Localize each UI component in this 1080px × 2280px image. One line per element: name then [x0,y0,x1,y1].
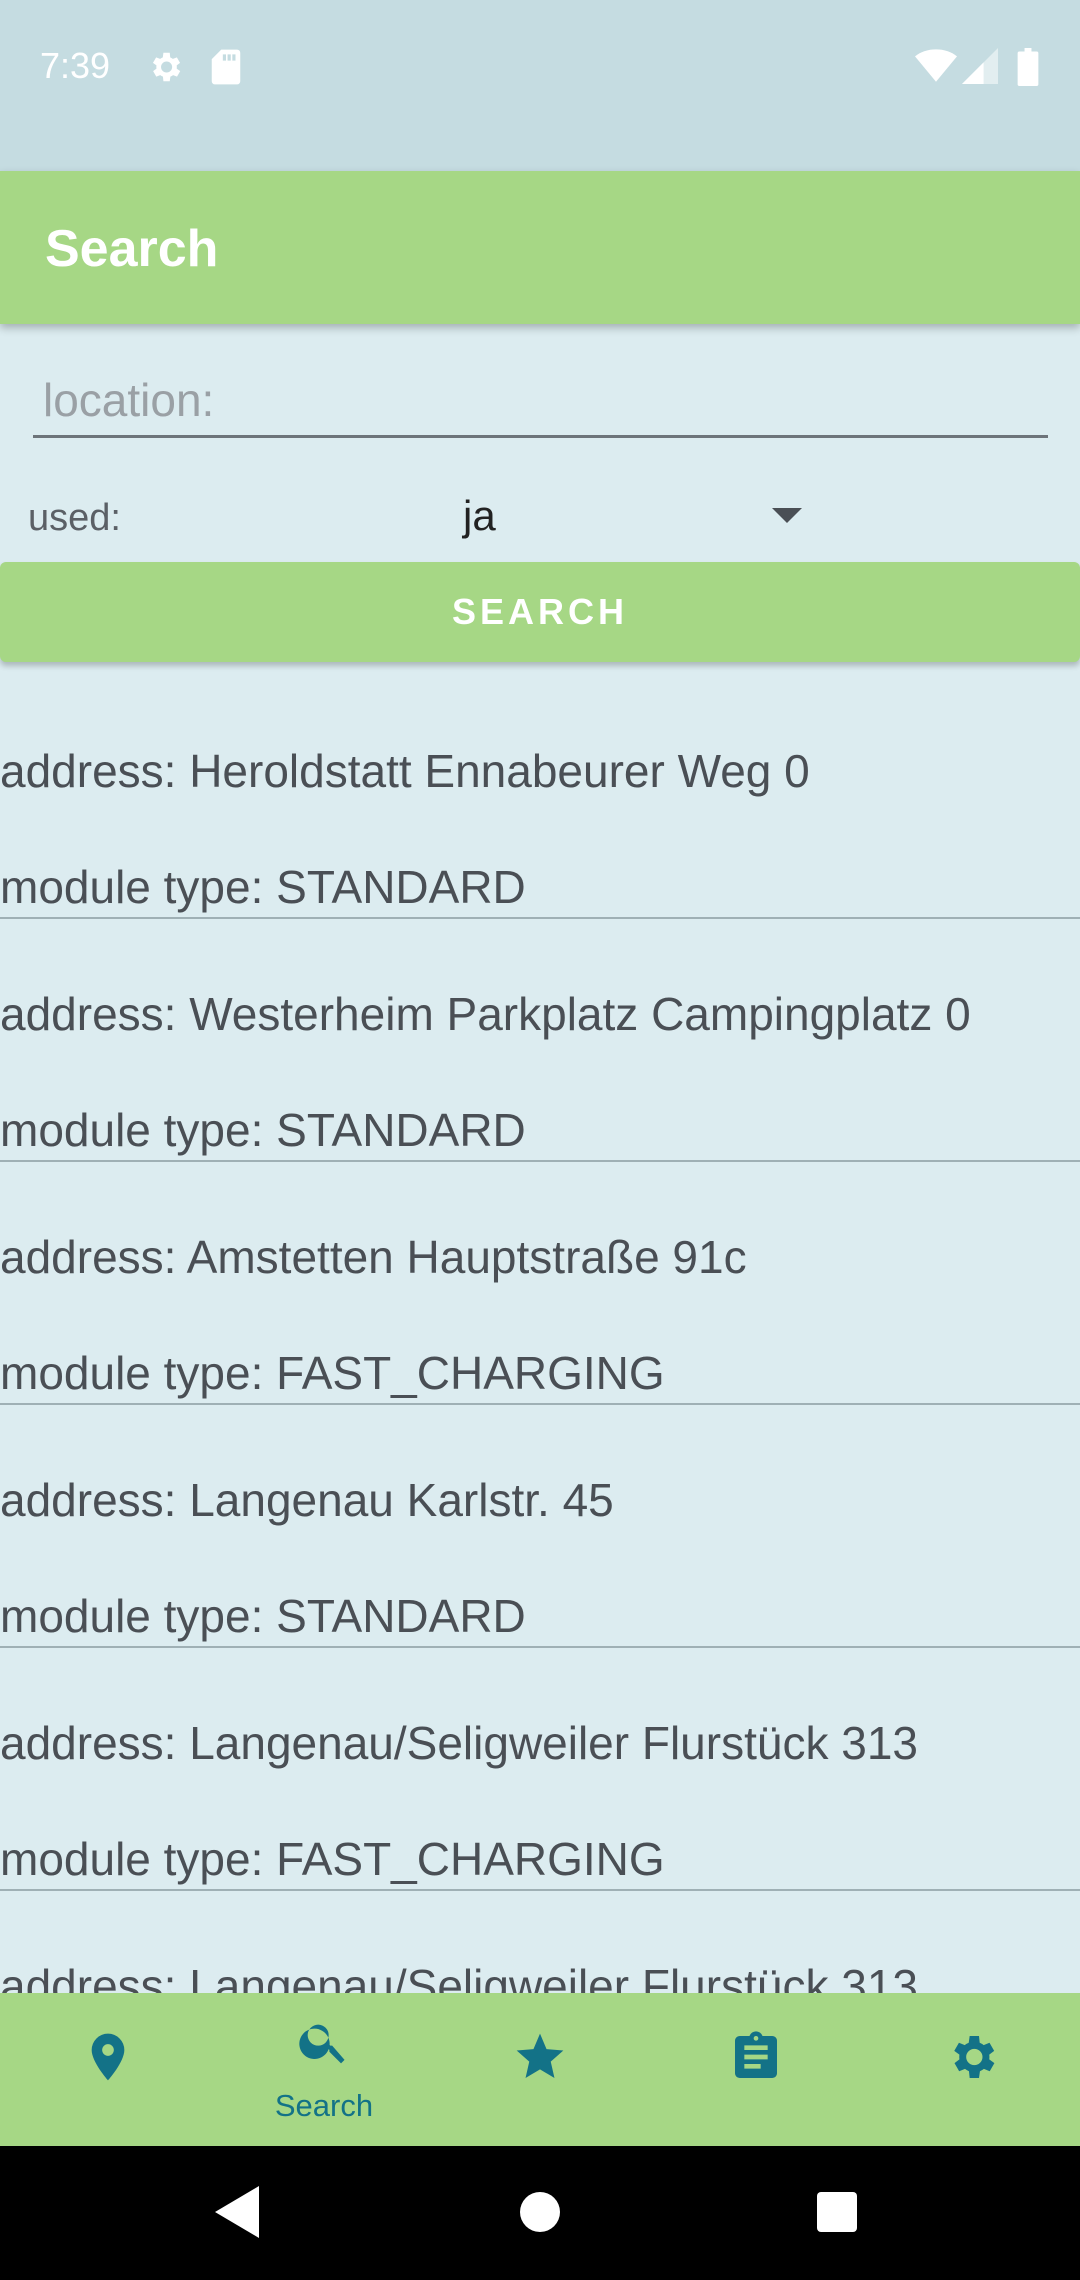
nav-label-search: Search [274,2088,374,2123]
used-select-value: ja [463,492,496,539]
result-module-type: module type: STANDARD [0,1104,526,1156]
list-item[interactable]: address: Westerheim Parkplatz Campingpla… [0,919,1080,1162]
home-icon[interactable] [518,2186,562,2243]
result-module-type: module type: FAST_CHARGING [0,1833,665,1885]
page-title: Search [45,220,219,278]
status-time: 7:39 [40,45,111,86]
result-address: address: Heroldstatt Ennabeurer Weg 0 [0,745,810,797]
back-icon[interactable] [215,2186,263,2243]
nav-item-list[interactable] [648,1993,864,2146]
location-input[interactable] [33,365,1048,435]
nav-item-map[interactable] [0,1993,216,2146]
location-field[interactable] [33,365,1048,438]
dropdown-arrow-icon [772,508,802,529]
result-address: address: Langenau/Seligweiler Flurstück … [0,1960,918,1993]
result-address: address: Langenau Karlstr. 45 [0,1474,614,1526]
settings-icon [146,48,184,91]
gear-icon [954,2036,995,2078]
clipboard-icon [735,2031,777,2078]
list-item[interactable]: address: Langenau/Seligweiler Flurstück … [0,1891,1080,1993]
bottom-nav: Search [0,1993,1080,2146]
wifi-icon [915,48,957,89]
used-select[interactable]: ja [460,480,820,550]
list-item[interactable]: address: Heroldstatt Ennabeurer Weg 0 mo… [0,676,1080,919]
nav-item-search[interactable]: Search [216,1993,432,2146]
recents-icon[interactable] [815,2186,859,2243]
app-bar: Search [0,171,1080,324]
result-module-type: module type: STANDARD [0,1590,526,1642]
list-item[interactable]: address: Amstetten Hauptstraße 91c modul… [0,1162,1080,1405]
search-icon [299,2024,345,2064]
nav-item-settings[interactable] [864,1993,1080,2146]
list-item[interactable]: address: Langenau Karlstr. 45 module typ… [0,1405,1080,1648]
star-icon [516,2033,564,2078]
battery-icon [1017,48,1039,91]
sd-card-icon [210,48,242,91]
result-address: address: Amstetten Hauptstraße 91c [0,1231,747,1283]
map-pin-icon [91,2033,125,2081]
result-address: address: Langenau/Seligweiler Flurstück … [0,1717,918,1769]
used-label: used: [28,497,121,539]
system-nav-bar [0,2146,1080,2280]
nav-item-favorites[interactable] [432,1993,648,2146]
list-item[interactable]: address: Langenau/Seligweiler Flurstück … [0,1648,1080,1891]
results-list[interactable]: address: Heroldstatt Ennabeurer Weg 0 mo… [0,676,1080,1993]
signal-icon [962,48,998,89]
result-address: address: Westerheim Parkplatz Campingpla… [0,988,971,1040]
result-module-type: module type: FAST_CHARGING [0,1347,665,1399]
search-button[interactable]: SEARCH [0,562,1080,662]
status-bar: 7:39 [0,0,1080,171]
result-module-type: module type: STANDARD [0,861,526,913]
